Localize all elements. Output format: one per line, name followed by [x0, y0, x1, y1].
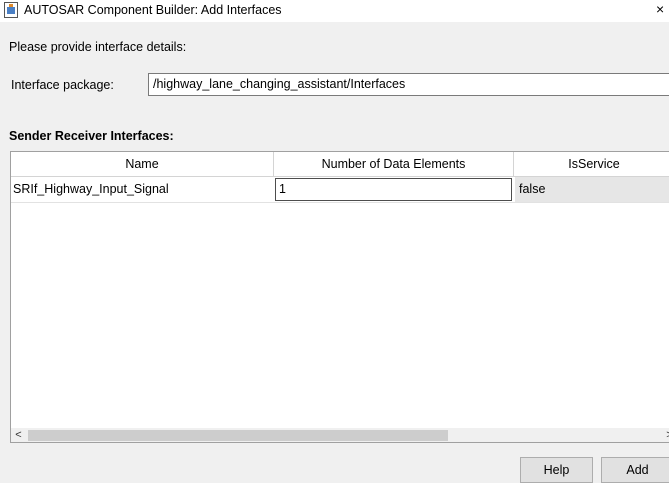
scroll-right-icon[interactable]: >: [662, 428, 669, 442]
column-header-num-data-elements[interactable]: Number of Data Elements: [274, 152, 514, 176]
window-title: AUTOSAR Component Builder: Add Interface…: [24, 3, 282, 17]
help-button[interactable]: Help: [520, 457, 593, 483]
column-header-name[interactable]: Name: [11, 152, 274, 176]
close-icon[interactable]: ×: [656, 2, 664, 16]
section-title: Sender Receiver Interfaces:: [9, 129, 174, 143]
table-header: Name Number of Data Elements IsService: [11, 152, 669, 177]
interfaces-table: Name Number of Data Elements IsService S…: [10, 151, 669, 443]
scrollbar-thumb[interactable]: [28, 430, 448, 441]
horizontal-scrollbar[interactable]: < >: [11, 428, 669, 442]
title-bar: AUTOSAR Component Builder: Add Interface…: [0, 0, 669, 22]
interface-package-input[interactable]: /highway_lane_changing_assistant/Interfa…: [148, 73, 669, 96]
cell-num-data-elements-input[interactable]: 1: [275, 178, 512, 201]
app-icon: [4, 2, 18, 18]
table-row[interactable]: SRIf_Highway_Input_Signal 1 false: [11, 177, 669, 203]
instruction-text: Please provide interface details:: [9, 40, 187, 54]
interface-package-label: Interface package:: [11, 78, 114, 92]
cell-name[interactable]: SRIf_Highway_Input_Signal: [13, 177, 274, 202]
column-header-isservice[interactable]: IsService: [514, 152, 669, 176]
add-button[interactable]: Add: [601, 457, 669, 483]
cell-isservice[interactable]: false: [515, 177, 669, 202]
scroll-left-icon[interactable]: <: [11, 428, 26, 442]
